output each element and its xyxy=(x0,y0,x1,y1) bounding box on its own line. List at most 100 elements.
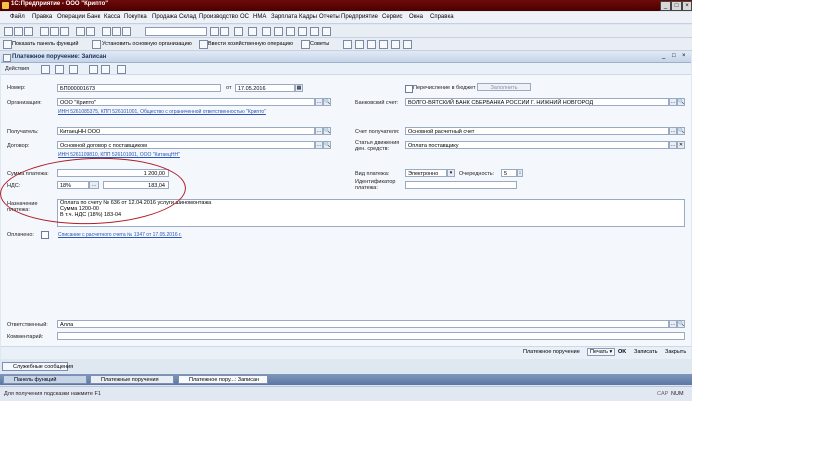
print-icon[interactable] xyxy=(76,27,85,36)
basis-icon[interactable] xyxy=(69,65,78,74)
find-icon[interactable] xyxy=(102,27,111,36)
report-icon-3[interactable] xyxy=(367,40,376,49)
actions-menu[interactable]: Действия xyxy=(5,66,29,72)
menu-help[interactable]: Справка xyxy=(430,14,454,20)
payee-link[interactable]: ИНН 5261109810, КПП 526101001, ООО "Кита… xyxy=(58,152,180,158)
write-doc-icon[interactable] xyxy=(55,65,64,74)
menu-sales[interactable]: Продажа xyxy=(152,14,177,20)
menu-salary[interactable]: Зарплата xyxy=(271,14,297,20)
menu-cash[interactable]: Касса xyxy=(104,14,120,20)
menu-hr[interactable]: Кадры xyxy=(299,14,317,20)
responsible-open-button[interactable]: 🔍 xyxy=(677,320,685,328)
close-window-button[interactable]: × xyxy=(682,1,692,11)
menu-purchase[interactable]: Покупка xyxy=(124,14,147,20)
payee-account-select-button[interactable]: … xyxy=(669,127,677,135)
org-link[interactable]: ИНН 5261085375, КПП 526101001, Общество … xyxy=(58,109,266,115)
report-icon-4[interactable] xyxy=(379,40,388,49)
task-payment-order[interactable]: Платежное пору...: Записан xyxy=(178,375,268,384)
memory-icon[interactable] xyxy=(298,27,307,36)
menu-reports[interactable]: Отчеты xyxy=(319,14,340,20)
responsible-field[interactable]: Алла xyxy=(57,320,669,328)
save-icon[interactable] xyxy=(24,27,33,36)
doc-minimize-button[interactable]: _ xyxy=(662,53,665,59)
open-icon[interactable] xyxy=(14,27,23,36)
doc-restore-button[interactable]: □ xyxy=(672,53,676,59)
pay-type-field[interactable]: Электронно xyxy=(405,169,447,177)
paid-checkbox[interactable] xyxy=(41,231,49,239)
payee-account-open-button[interactable]: 🔍 xyxy=(677,127,685,135)
copy-doc-icon[interactable] xyxy=(41,65,50,74)
bank-account-field[interactable]: ВОЛГО-ВЯТСКИЙ БАНК СБЕРБАНКА РОССИИ Г. Н… xyxy=(405,98,669,106)
payee-account-field[interactable]: Основной расчетный счет xyxy=(405,127,669,135)
show-panel-button[interactable]: Показать панель функций xyxy=(12,41,78,47)
cashflow-field[interactable]: Оплата поставщику xyxy=(405,141,669,149)
menu-service[interactable]: Сервис xyxy=(382,14,403,20)
calendar-button[interactable]: ▦ xyxy=(295,84,303,92)
budget-checkbox[interactable] xyxy=(405,85,413,93)
print-button[interactable]: Печать ▾ xyxy=(587,348,616,356)
menu-edit[interactable]: Правка xyxy=(32,14,52,20)
responsible-select-button[interactable]: … xyxy=(669,320,677,328)
search-prev-icon[interactable] xyxy=(210,27,219,36)
ok-button[interactable]: OK xyxy=(618,349,626,355)
number-field[interactable]: БП000001673 xyxy=(57,84,221,92)
fill-button[interactable]: Заполнить xyxy=(477,83,531,91)
contract-select-button[interactable]: … xyxy=(315,141,323,149)
cashflow-select-button[interactable]: … xyxy=(669,141,677,149)
contract-open-button[interactable]: 🔍 xyxy=(323,141,331,149)
date-field[interactable]: 17.05.2016 xyxy=(235,84,295,92)
calendar-icon[interactable] xyxy=(234,27,243,36)
menu-operations[interactable]: Операции xyxy=(57,14,85,20)
task-payment-orders[interactable]: Платежные поручения xyxy=(90,375,174,384)
forward-icon[interactable] xyxy=(122,27,131,36)
help-icon[interactable] xyxy=(248,27,257,36)
new-icon[interactable] xyxy=(4,27,13,36)
movements-icon[interactable] xyxy=(101,65,110,74)
close-button[interactable]: Закрыть xyxy=(665,349,686,355)
back-icon[interactable] xyxy=(112,27,121,36)
save-button[interactable]: Записать xyxy=(634,349,658,355)
maximize-button[interactable]: □ xyxy=(671,1,682,11)
bank-account-select-button[interactable]: … xyxy=(669,98,677,106)
bank-account-open-button[interactable]: 🔍 xyxy=(677,98,685,106)
report-icon-1[interactable] xyxy=(343,40,352,49)
mminus-icon[interactable] xyxy=(322,27,331,36)
menu-windows[interactable]: Окна xyxy=(409,14,423,20)
priority-field[interactable]: 5 xyxy=(501,169,517,177)
search-combo[interactable] xyxy=(145,27,207,36)
copy-icon[interactable] xyxy=(50,27,59,36)
cashflow-clear-button[interactable]: ✕ xyxy=(677,141,685,149)
tips-button[interactable]: Советы xyxy=(310,41,329,47)
cut-icon[interactable] xyxy=(40,27,49,36)
org-open-button[interactable]: 🔍 xyxy=(323,98,331,106)
payee-open-button[interactable]: 🔍 xyxy=(323,127,331,135)
pay-type-dropdown[interactable]: ▾ xyxy=(447,169,455,177)
search-next-icon[interactable] xyxy=(220,27,229,36)
menu-file[interactable]: Файл xyxy=(10,14,25,20)
attach-icon[interactable] xyxy=(274,27,283,36)
menu-bank[interactable]: Банк xyxy=(87,14,100,20)
doc-close-button[interactable]: × xyxy=(682,53,686,59)
set-org-button[interactable]: Установить основную организацию xyxy=(102,41,192,47)
paste-icon[interactable] xyxy=(60,27,69,36)
report-icon-5[interactable] xyxy=(391,40,400,49)
menu-warehouse[interactable]: Склад xyxy=(179,14,196,20)
service-messages-tab[interactable]: Служебные сообщения xyxy=(2,362,73,371)
structure-icon[interactable] xyxy=(89,65,98,74)
table-icon[interactable] xyxy=(286,27,295,36)
paid-link[interactable]: Списание с расчетного счета № 1347 от 17… xyxy=(58,232,182,238)
comment-field[interactable] xyxy=(57,332,685,340)
priority-stepper[interactable]: ↕ xyxy=(517,169,523,177)
menu-production[interactable]: Производство xyxy=(199,14,238,20)
menu-fixed-assets[interactable]: ОС xyxy=(240,14,249,20)
minimize-button[interactable]: _ xyxy=(660,1,671,11)
payee-select-button[interactable]: … xyxy=(315,127,323,135)
enter-operation-button[interactable]: Ввести хозяйственную операцию xyxy=(208,41,293,47)
report-icon-6[interactable] xyxy=(403,40,412,49)
org-select-button[interactable]: … xyxy=(315,98,323,106)
org-field[interactable]: ООО "Крипто" xyxy=(57,98,315,106)
contract-field[interactable]: Основной договор с поставщиком xyxy=(57,141,315,149)
mplus-icon[interactable] xyxy=(310,27,319,36)
menu-enterprise[interactable]: Предприятие xyxy=(341,14,378,20)
settings-icon[interactable] xyxy=(117,65,126,74)
